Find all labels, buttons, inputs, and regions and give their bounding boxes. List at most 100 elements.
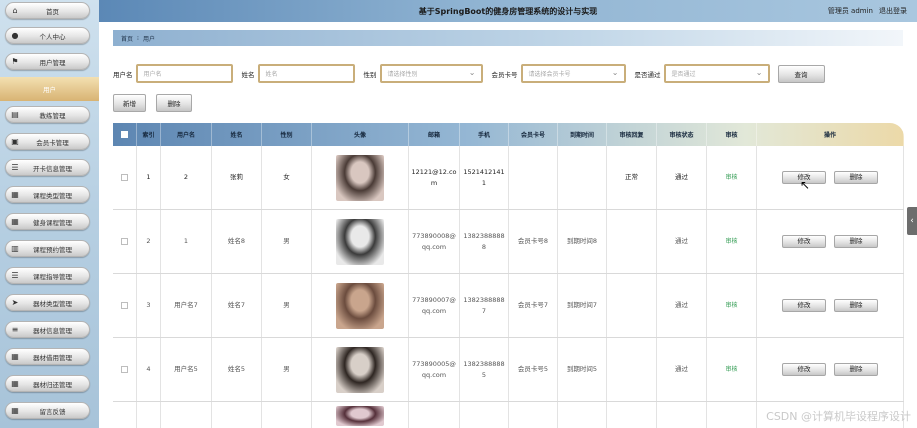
card-label: 会员卡号 <box>491 70 518 79</box>
breadcrumb-current: 用户 <box>142 35 155 43</box>
column-header-gender: 性别 <box>262 123 312 146</box>
cell-name: 张莉 <box>212 146 262 209</box>
name-input[interactable]: 姓名 <box>257 64 355 83</box>
cell-avatar <box>312 338 409 401</box>
audit-link[interactable]: 审核 <box>725 236 737 247</box>
row-checkbox[interactable] <box>121 302 128 309</box>
approved-label: 是否通过 <box>634 70 661 79</box>
cell-status: 通过 <box>657 338 707 401</box>
card-select[interactable]: 请选择会员卡号 <box>520 64 626 83</box>
column-header-avatar: 头像 <box>312 123 409 146</box>
flag-icon: ⚑ <box>11 57 19 66</box>
edit-button[interactable]: 修改 <box>782 363 826 376</box>
breadcrumb: 首页 ⁝ 用户 <box>113 30 903 46</box>
avatar <box>336 346 384 393</box>
sidebar-item-14[interactable]: ▦ 留言反馈 <box>5 402 90 419</box>
table-row: 3 用户名7 姓名7 男 773890007@qq.com 13823888887 会员卡号… <box>113 274 904 338</box>
sidebar-item-12[interactable]: ▦ 器材借用管理 <box>5 348 90 365</box>
cell-card: 会员卡号7 <box>509 274 558 337</box>
sidebar-item-label: 健身课程管理 <box>33 218 72 227</box>
table-header: 索引 用户名 姓名 性别 头像 邮箱 手机 会员卡号 到期时间 审核回复 审核状态 审核 操作 <box>113 123 904 146</box>
sidebar-item-1[interactable]: ● 个人中心 <box>5 27 90 44</box>
approved-select[interactable]: 是否通过 <box>663 64 770 83</box>
sidebar-item-9[interactable]: ☰ 课程指导管理 <box>5 267 90 284</box>
edit-button[interactable]: 修改 <box>782 299 826 312</box>
grid-icon: ▦ <box>11 406 19 415</box>
sidebar-item-6[interactable]: ▦ 课程类型管理 <box>5 186 90 203</box>
row-checkbox[interactable] <box>121 174 128 181</box>
search-bar: 用户名 用户名 姓名 姓名 性别 请选择性别 会员卡号 请选择会员卡号 是否通过… <box>113 64 825 83</box>
cell-reply: 正常 <box>607 146 657 209</box>
gender-select[interactable]: 请选择性别 <box>379 64 483 83</box>
cell-username: 2 <box>161 146 212 209</box>
sidebar-item-0[interactable]: ⌂ 首页 <box>5 2 90 19</box>
delete-button[interactable]: 删除 <box>834 363 878 376</box>
cell-phone <box>460 402 509 428</box>
sidebar-item-13[interactable]: ▦ 器材归还管理 <box>5 375 90 392</box>
sidebar-item-11[interactable]: ≡ 器材信息管理 <box>5 321 90 338</box>
audit-link[interactable]: 审核 <box>725 172 737 183</box>
logout-link[interactable]: 退出登录 <box>879 6 907 16</box>
gender-placeholder: 请选择性别 <box>387 71 418 78</box>
sidebar-item-label: 课程预约管理 <box>33 245 72 254</box>
cell-card <box>509 146 558 209</box>
query-button[interactable]: 查询 <box>777 64 825 83</box>
cell-audit <box>707 402 757 428</box>
table-row: 1 2 张莉女 12121@12.com 15214121411 正常 通过 审核 修改 删除 <box>113 146 904 210</box>
cell-expire: 到期时间8 <box>558 210 607 273</box>
edit-button[interactable]: 修改 <box>782 235 826 248</box>
cell-reply <box>607 402 657 428</box>
sidebar-item-label: 用户管理 <box>39 58 66 67</box>
row-checkbox[interactable] <box>121 366 128 373</box>
sidebar-item-4[interactable]: ▣ 会员卡管理 <box>5 133 90 150</box>
delete-button[interactable]: 删除 <box>834 235 878 248</box>
audit-link[interactable]: 审核 <box>725 364 737 375</box>
chevron-left-icon: ‹ <box>910 216 914 226</box>
sidebar-item-2[interactable]: ⚑ 用户管理 <box>5 53 90 70</box>
delete-button[interactable]: 删除 <box>834 171 878 184</box>
cell-email <box>409 402 460 428</box>
sidebar-item-active[interactable]: 用户 <box>0 77 99 101</box>
audit-link[interactable]: 审核 <box>725 300 737 311</box>
sidebar-item-label: 课程类型管理 <box>33 191 72 200</box>
column-header-check[interactable] <box>113 123 137 146</box>
cell-gender: 女 <box>262 146 312 209</box>
column-header-ops: 操作 <box>757 123 904 146</box>
sidebar-item-3[interactable]: ▤ 教练管理 <box>5 106 90 123</box>
cell-username: 用户名5 <box>161 338 212 401</box>
sidebar-item-label: 首页 <box>46 7 59 16</box>
cell-expire <box>558 402 607 428</box>
sidebar-item-8[interactable]: ▥ 课程预约管理 <box>5 240 90 257</box>
sidebar-item-10[interactable]: ➤ 器材类型管理 <box>5 294 90 311</box>
cell-ops: 修改 删除 <box>757 338 904 401</box>
cell-expire: 到期时间5 <box>558 338 607 401</box>
sidebar-item-label: 教练管理 <box>39 111 66 120</box>
column-header-index: 索引 <box>137 123 161 146</box>
briefcase-icon: ▣ <box>11 137 19 146</box>
cell-card: 会员卡号8 <box>509 210 558 273</box>
sidebar-item-label: 器材类型管理 <box>33 299 72 308</box>
cell-name <box>212 402 262 428</box>
breadcrumb-home[interactable]: 首页 <box>121 34 133 43</box>
batch-delete-button[interactable]: 删除 <box>156 94 192 112</box>
avatar <box>336 406 384 426</box>
cell-gender: 男 <box>262 274 312 337</box>
add-button[interactable]: 新增 <box>113 94 146 112</box>
sidebar-item-7[interactable]: ▦ 健身课程管理 <box>5 213 90 230</box>
grid-icon: ▦ <box>11 379 19 388</box>
cell-phone: 13823888888 <box>460 210 509 273</box>
username-input[interactable]: 用户名 <box>135 64 233 83</box>
column-header-card: 会员卡号 <box>509 123 558 146</box>
column-header-reply: 审核回复 <box>607 123 657 146</box>
collapse-handle[interactable]: ‹ <box>907 207 917 235</box>
cell-card <box>509 402 558 428</box>
avatar <box>336 154 384 201</box>
sidebar-item-5[interactable]: ☰ 开卡信息管理 <box>5 159 90 176</box>
cell-check <box>113 402 137 428</box>
cell-ops: 修改 删除 <box>757 210 904 273</box>
delete-button[interactable]: 删除 <box>834 299 878 312</box>
sidebar-item-label: 个人中心 <box>39 32 66 41</box>
select-all-checkbox[interactable] <box>121 131 128 138</box>
row-checkbox[interactable] <box>121 238 128 245</box>
username-label: 用户名 <box>113 70 133 79</box>
